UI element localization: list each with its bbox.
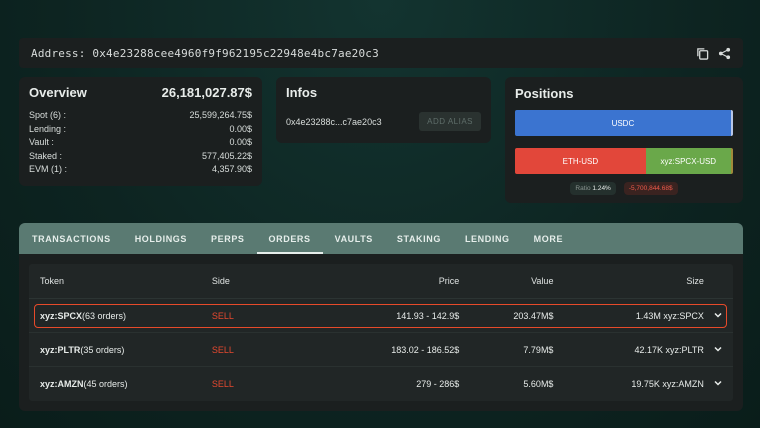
chevron-down-icon[interactable] xyxy=(704,310,733,322)
ratio-value: 1.24% xyxy=(592,185,611,192)
infos-title: Infos xyxy=(286,85,318,100)
overview-row: Spot (6) : 25,599,264.75$ xyxy=(29,109,252,123)
cell-value: 5.60M$ xyxy=(523,379,554,389)
cell-value: 203.47M$ xyxy=(513,310,554,321)
overview-row: Vault : 0.00$ xyxy=(29,136,252,150)
cell-side: SELL xyxy=(211,310,234,321)
position-segment: xyz:SPCX-USD xyxy=(645,148,731,174)
overview-title: Overview xyxy=(29,85,87,100)
overview-row-value: 25,599,264.75$ xyxy=(189,110,252,120)
positions-bar-spot: USDC xyxy=(515,110,733,136)
orders-table: Token Side Price Value Size xyz:SPCX(63 … xyxy=(29,264,733,401)
table-row[interactable]: xyz:AMZN(45 orders) SELL 279 - 286$ 5.60M$ 1… xyxy=(29,367,733,401)
cell-value: 7.79M$ xyxy=(523,344,554,355)
overview-row: Staked : 577,405.22$ xyxy=(29,150,252,164)
table-header: Token Side Price Value Size xyxy=(29,264,733,299)
position-segment: ETH-USD xyxy=(515,148,646,174)
overview-row: EVM (1) : 4,357.90$ xyxy=(29,163,252,177)
tab-orders[interactable]: ORDERS xyxy=(256,223,323,254)
cell-token: xyz:SPCX(63 orders) xyxy=(29,311,177,321)
position-segment-rest xyxy=(730,148,733,174)
share-icon[interactable] xyxy=(717,46,731,60)
overview-total: 26,181,027.87$ xyxy=(161,85,252,100)
overview-row-label: Vault : xyxy=(29,137,54,147)
order-count: (35 orders) xyxy=(80,344,125,355)
pnl-badge: -5,700,844.68$ xyxy=(623,182,678,195)
overview-row-value: 0.00$ xyxy=(229,137,252,147)
overview-row-label: Staked : xyxy=(29,150,63,161)
cell-token: xyz:AMZN(45 orders) xyxy=(29,379,177,389)
tab-more[interactable]: MORE xyxy=(522,223,575,254)
overview-row-label: Lending : xyxy=(29,123,67,134)
order-count: (45 orders) xyxy=(83,379,128,389)
add-alias-button[interactable]: ADD ALIAS xyxy=(419,112,481,131)
positions-bar-perps: ETH-USD xyz:SPCX-USD xyxy=(515,148,733,174)
cell-size: 19.75K xyz:AMZN xyxy=(631,379,704,389)
cell-size: 42.17K xyz:PLTR xyxy=(634,344,704,355)
overview-row-value: 4,357.90$ xyxy=(211,164,252,174)
address-text: Address: 0x4e23288cee4960f9f962195c22948… xyxy=(31,46,379,60)
cell-price: 141.93 - 142.9$ xyxy=(396,310,460,321)
chevron-down-icon[interactable] xyxy=(704,344,733,356)
tab-staking[interactable]: STAKING xyxy=(385,223,453,254)
tab-bar: TRANSACTIONS HOLDINGS PERPS ORDERS VAULTS STA… xyxy=(19,223,743,254)
position-segment-rest xyxy=(730,110,733,136)
cell-price: 183.02 - 186.52$ xyxy=(391,344,460,355)
cell-side: SELL xyxy=(211,379,234,389)
cell-token: xyz:PLTR(35 orders) xyxy=(29,345,177,355)
order-count: (63 orders) xyxy=(82,310,127,321)
positions-card: Positions USDC ETH-USD xyz:SPCX-USD Ratio… xyxy=(505,77,743,203)
table-row[interactable]: xyz:PLTR(35 orders) SELL 183.02 - 186.52$ 7… xyxy=(29,333,733,367)
col-token: Token xyxy=(40,276,65,286)
tab-perps[interactable]: PERPS xyxy=(199,223,257,254)
token-symbol: xyz:AMZN xyxy=(40,379,84,389)
overview-row-label: Spot (6) : xyxy=(29,110,67,120)
tab-vaults[interactable]: VAULTS xyxy=(323,223,385,254)
overview-row-label: EVM (1) : xyxy=(29,164,68,174)
col-side: Side xyxy=(211,276,230,286)
overview-card: Overview 26,181,027.87$ Spot (6) : 25,59… xyxy=(19,77,262,186)
cell-price: 279 - 286$ xyxy=(416,379,460,389)
address-bar: Address: 0x4e23288cee4960f9f962195c22948… xyxy=(19,38,743,68)
position-segment: USDC xyxy=(515,110,731,136)
ratio-badge: Ratio 1.24% xyxy=(570,182,616,195)
table-row[interactable]: xyz:SPCX(63 orders) SELL 141.93 - 142.9$ 20… xyxy=(29,299,733,333)
token-symbol: xyz:SPCX xyxy=(40,310,83,321)
col-price: Price xyxy=(438,276,460,286)
positions-title: Positions xyxy=(515,86,574,101)
token-symbol: xyz:PLTR xyxy=(40,344,81,355)
tab-transactions[interactable]: TRANSACTIONS xyxy=(32,223,123,254)
short-address: 0x4e23288c...c7ae20c3 xyxy=(286,116,382,127)
col-size: Size xyxy=(686,276,704,286)
address-actions xyxy=(695,46,731,60)
overview-row: Lending : 0.00$ xyxy=(29,123,252,137)
chevron-down-icon[interactable] xyxy=(704,378,733,390)
col-value: Value xyxy=(531,276,554,286)
cell-side: SELL xyxy=(211,344,234,355)
overview-row-value: 577,405.22$ xyxy=(201,150,252,161)
tab-lending[interactable]: LENDING xyxy=(453,223,522,254)
orders-panel: TRANSACTIONS HOLDINGS PERPS ORDERS VAULTS STA… xyxy=(19,223,743,411)
ratio-label: Ratio xyxy=(575,185,591,192)
tab-holdings[interactable]: HOLDINGS xyxy=(123,223,199,254)
infos-card: Infos 0x4e23288c...c7ae20c3 ADD ALIAS xyxy=(276,77,491,143)
copy-icon[interactable] xyxy=(695,46,709,60)
cell-size: 1.43M xyz:SPCX xyxy=(635,310,704,321)
overview-row-value: 0.00$ xyxy=(229,123,252,134)
